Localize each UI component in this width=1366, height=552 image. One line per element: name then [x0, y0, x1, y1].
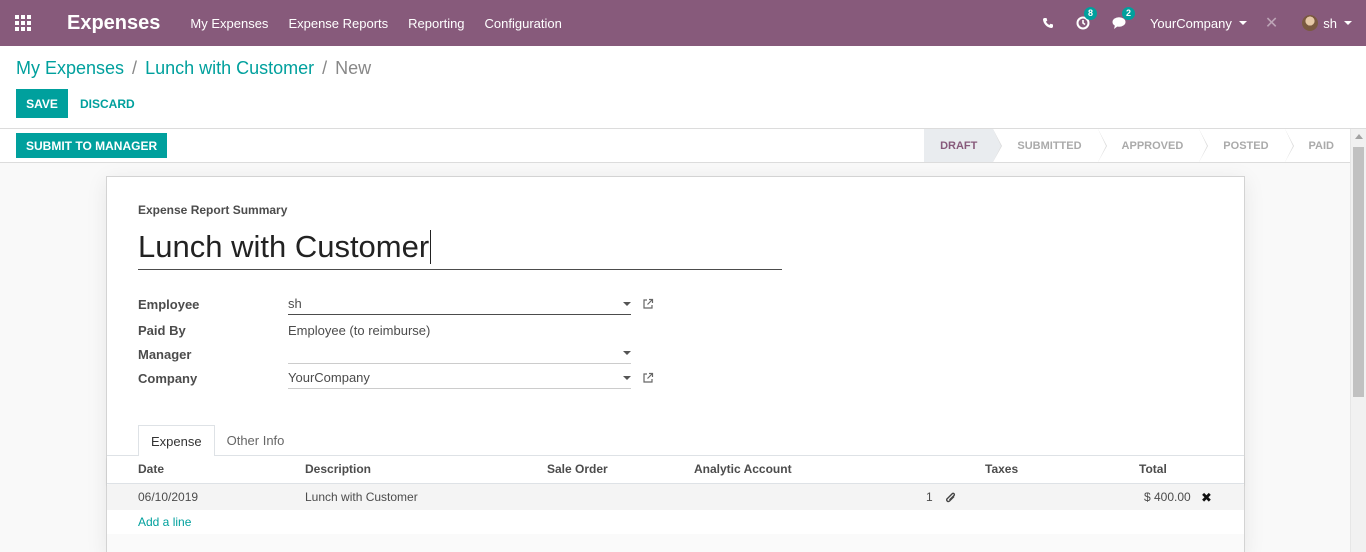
column-total[interactable]: Total: [1139, 462, 1167, 476]
table-row[interactable]: 06/10/2019 Lunch with Customer 1 $ 400.0…: [107, 485, 1244, 510]
stage-approved[interactable]: APPROVED: [1097, 129, 1209, 162]
scrollbar-thumb[interactable]: [1353, 147, 1364, 397]
debug-bug-icon[interactable]: ✕: [1265, 13, 1278, 33]
chevron-down-icon: [1238, 21, 1247, 25]
discard-button[interactable]: DISCARD: [80, 89, 135, 118]
activities-badge: 8: [1083, 7, 1097, 20]
column-analytic-account[interactable]: Analytic Account: [694, 462, 792, 476]
scroll-up-arrow-icon[interactable]: [1355, 134, 1363, 139]
paid-by-value: Employee (to reimburse): [288, 323, 431, 338]
notebook-tabs: Expense Other Info: [138, 425, 297, 456]
control-panel: My Expenses / Lunch with Customer / New …: [0, 46, 1366, 129]
status-bar: SUBMIT TO MANAGER DRAFT SUBMITTED APPROV…: [0, 129, 1350, 163]
row-description: Lunch with Customer: [305, 490, 418, 504]
top-navbar: Expenses My Expenses Expense Reports Rep…: [0, 0, 1366, 46]
company-value: YourCompany: [288, 370, 370, 385]
breadcrumb-lunch-with-customer[interactable]: Lunch with Customer: [145, 58, 314, 79]
company-field[interactable]: YourCompany: [288, 367, 631, 389]
dropdown-caret-icon[interactable]: [623, 376, 631, 380]
external-link-icon[interactable]: [642, 298, 654, 310]
menu-expense-reports[interactable]: Expense Reports: [288, 16, 388, 31]
report-title-text: Lunch with Customer: [138, 229, 430, 264]
stage-posted[interactable]: POSTED: [1199, 129, 1294, 162]
column-taxes[interactable]: Taxes: [985, 462, 1018, 476]
messages-badge: 2: [1121, 7, 1135, 20]
paid-by-label: Paid By: [138, 323, 186, 338]
user-name: sh: [1323, 15, 1337, 31]
avatar: [1302, 15, 1319, 31]
company-name: YourCompany: [1149, 15, 1232, 31]
menu-reporting[interactable]: Reporting: [408, 16, 464, 31]
report-title-input[interactable]: Lunch with Customer: [138, 225, 782, 270]
row-total: $ 400.00: [1144, 490, 1191, 504]
vertical-scrollbar[interactable]: [1350, 129, 1366, 552]
phone-icon[interactable]: [1042, 17, 1054, 29]
text-cursor: [430, 230, 432, 264]
manager-field[interactable]: [288, 342, 631, 364]
form-sheet: Expense Report Summary Lunch with Custom…: [106, 176, 1245, 552]
column-sale-order[interactable]: Sale Order: [547, 462, 608, 476]
stage-submitted[interactable]: SUBMITTED: [993, 129, 1107, 162]
breadcrumb-separator: /: [322, 58, 328, 78]
breadcrumb-separator: /: [132, 58, 138, 78]
expense-table-header: Date Description Sale Order Analytic Acc…: [107, 456, 1244, 484]
row-date: 06/10/2019: [138, 490, 199, 504]
delete-row-icon[interactable]: ✖: [1201, 490, 1212, 506]
user-menu[interactable]: sh: [1302, 15, 1352, 31]
messages-chat-icon[interactable]: 2: [1112, 7, 1135, 30]
add-a-line-link[interactable]: Add a line: [138, 515, 191, 529]
column-description[interactable]: Description: [305, 462, 371, 476]
stage-paid[interactable]: PAID: [1284, 129, 1350, 162]
activities-clock-icon[interactable]: 8: [1076, 7, 1097, 30]
employee-value: sh: [288, 296, 302, 311]
summary-label: Expense Report Summary: [138, 203, 288, 217]
breadcrumb: My Expenses / Lunch with Customer / New: [16, 58, 371, 79]
company-label: Company: [138, 371, 198, 386]
paperclip-icon[interactable]: [944, 491, 956, 503]
tab-expense[interactable]: Expense: [138, 425, 215, 456]
column-date[interactable]: Date: [138, 462, 164, 476]
employee-field[interactable]: sh: [288, 293, 631, 315]
employee-label: Employee: [138, 297, 200, 312]
app-brand[interactable]: Expenses: [67, 12, 160, 35]
save-button[interactable]: SAVE: [16, 89, 68, 118]
menu-configuration[interactable]: Configuration: [485, 16, 562, 31]
manager-label: Manager: [138, 347, 192, 362]
stage-pipeline: DRAFT SUBMITTED APPROVED POSTED PAID: [924, 129, 1350, 162]
menu-my-expenses[interactable]: My Expenses: [190, 16, 268, 31]
external-link-icon[interactable]: [642, 372, 654, 384]
company-switcher[interactable]: YourCompany: [1150, 16, 1247, 31]
submit-to-manager-button[interactable]: SUBMIT TO MANAGER: [16, 133, 168, 158]
chevron-down-icon: [1344, 21, 1352, 25]
row-attachment-count: 1: [926, 490, 933, 504]
stage-draft[interactable]: DRAFT: [924, 129, 1003, 162]
breadcrumb-current: New: [335, 58, 372, 78]
dropdown-caret-icon[interactable]: [623, 302, 631, 306]
breadcrumb-my-expenses[interactable]: My Expenses: [16, 58, 124, 79]
empty-table-row: [107, 534, 1244, 552]
apps-menu-icon[interactable]: [0, 0, 46, 46]
dropdown-caret-icon[interactable]: [623, 351, 631, 355]
tab-other-info[interactable]: Other Info: [214, 425, 297, 456]
